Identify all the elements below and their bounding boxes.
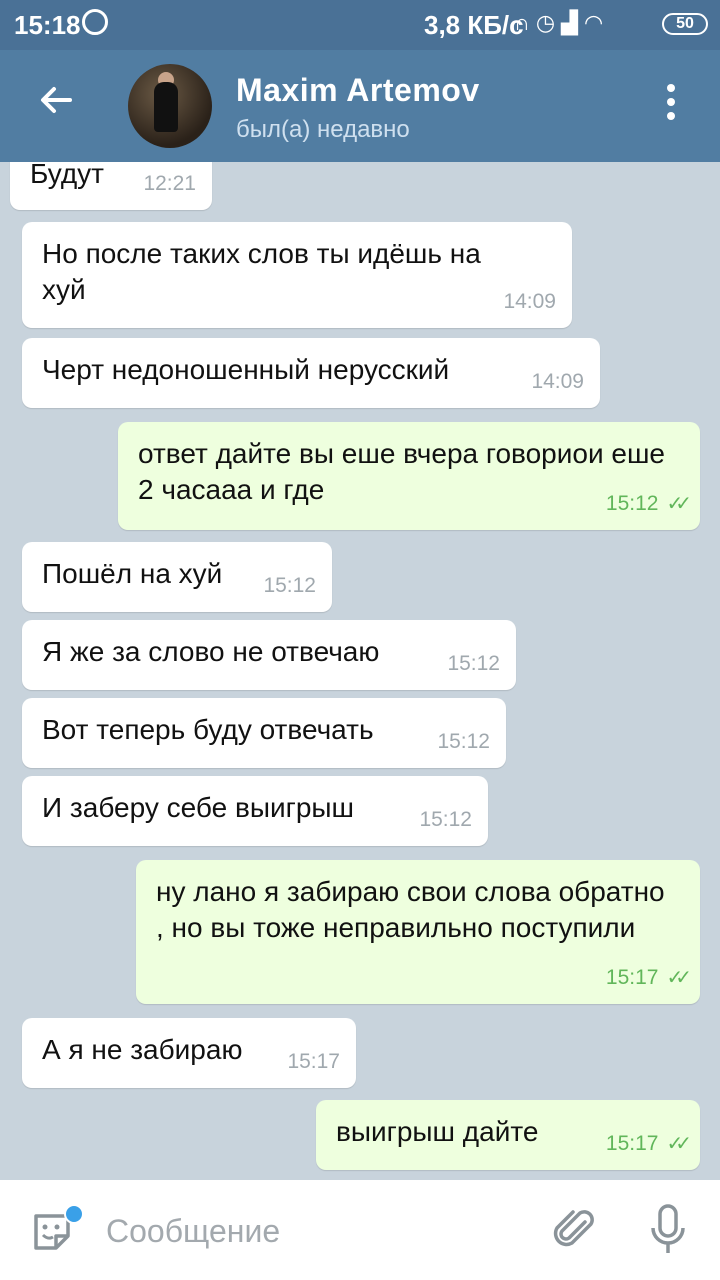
avatar[interactable] <box>128 64 212 148</box>
contact-status: был(а) недавно <box>236 116 410 143</box>
message-text: А я не забираю <box>42 1034 243 1065</box>
message-time: 14:09 <box>503 290 556 313</box>
more-vert-icon[interactable] <box>656 84 686 128</box>
message-text: Но после таких слов ты идёшь на хуй <box>42 238 481 305</box>
status-time: 15:18 <box>14 10 81 40</box>
battery-icon: 50 <box>662 13 708 35</box>
message-time: 14:09 <box>531 370 584 393</box>
message-time: 15:17 <box>287 1050 340 1073</box>
message-text: Черт недоношенный нерусский <box>42 354 450 385</box>
message-bubble[interactable]: Пошёл на хуй 15:12 <box>22 542 332 612</box>
message-time: 15:12 <box>447 652 500 675</box>
attach-icon[interactable] <box>552 1208 598 1254</box>
message-bubble[interactable]: ну лано я забираю свои слова обратно , н… <box>136 860 700 1004</box>
double-check-icon: ✓✓ <box>666 967 691 989</box>
notification-dot <box>64 1204 84 1224</box>
message-time: 12:21 <box>143 172 196 195</box>
message-time: 15:12 ✓✓ <box>606 486 692 522</box>
message-text: Пошёл на хуй <box>42 558 223 589</box>
whatsapp-icon <box>82 9 108 35</box>
message-list[interactable]: Будут 12:21 Но после таких слов ты идёшь… <box>0 162 720 1180</box>
signal-icon: ▟ <box>561 10 584 35</box>
message-bubble[interactable]: И заберу себе выигрыш 15:12 <box>22 776 488 846</box>
chat-header: Maxim Artemov был(а) недавно <box>0 50 720 162</box>
network-speed: 3,8 КБ/с <box>424 10 524 40</box>
wifi-icon: ◠ <box>583 10 610 35</box>
contact-name[interactable]: Maxim Artemov <box>236 72 480 109</box>
message-time: 15:17 ✓✓ <box>606 960 692 996</box>
message-text: ну лано я забираю свои слова обратно , н… <box>156 876 665 943</box>
message-text: Вот теперь буду отвечать <box>42 714 374 745</box>
message-text: Будут <box>30 162 104 189</box>
message-time: 15:12 <box>419 808 472 831</box>
double-check-icon: ✓✓ <box>666 493 691 515</box>
message-text: Я же за слово не отвечаю <box>42 636 380 667</box>
message-text: ответ дайте вы еше вчера говориои еше 2 … <box>138 438 665 505</box>
alarm-icon: ◷ <box>535 10 562 35</box>
message-bubble[interactable]: Я же за слово не отвечаю 15:12 <box>22 620 516 690</box>
status-bar: 15:18 3,8 КБ/с ∩◷▟◠ 50 <box>0 0 720 50</box>
message-time: 15:12 <box>263 574 316 597</box>
message-bubble[interactable]: ответ дайте вы еше вчера говориои еше 2 … <box>118 422 700 530</box>
headphones-icon: ∩ <box>514 10 536 35</box>
message-time: 15:12 <box>437 730 490 753</box>
message-bubble[interactable]: А я не забираю 15:17 <box>22 1018 356 1088</box>
message-composer <box>0 1180 720 1280</box>
message-input[interactable] <box>104 1208 528 1254</box>
mic-icon[interactable] <box>648 1204 688 1256</box>
message-bubble[interactable]: Но после таких слов ты идёшь на хуй 14:0… <box>22 222 572 328</box>
message-text: выигрыш дайте <box>336 1116 539 1147</box>
message-bubble[interactable]: выигрыш дайте 15:17 ✓✓ <box>316 1100 700 1170</box>
message-time: 15:17 ✓✓ <box>606 1126 692 1162</box>
status-icons: ∩◷▟◠ <box>514 10 609 36</box>
message-bubble[interactable]: Будут 12:21 <box>10 162 212 210</box>
message-bubble[interactable]: Вот теперь буду отвечать 15:12 <box>22 698 506 768</box>
back-arrow-icon[interactable] <box>36 80 76 120</box>
message-bubble[interactable]: Черт недоношенный нерусский 14:09 <box>22 338 600 408</box>
double-check-icon: ✓✓ <box>666 1133 691 1155</box>
message-text: И заберу себе выигрыш <box>42 792 354 823</box>
